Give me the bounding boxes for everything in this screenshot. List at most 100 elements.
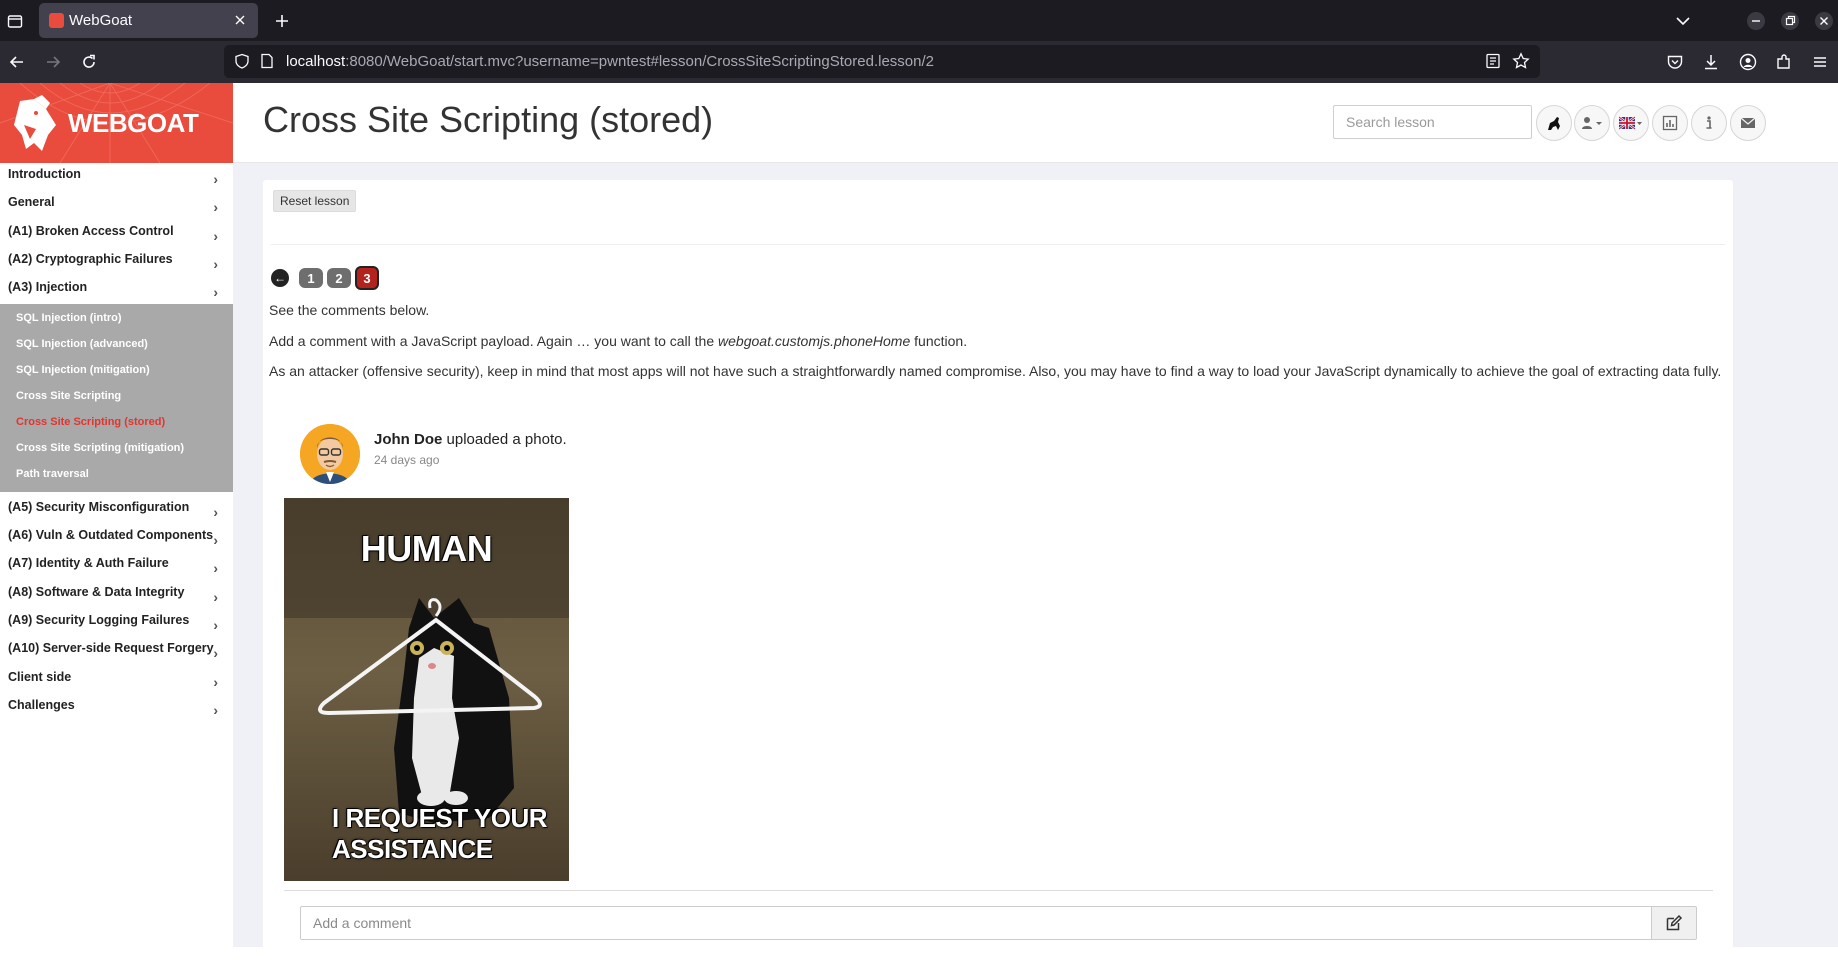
instruction-text-2-b: function. xyxy=(910,333,968,349)
menu-hamburger-icon[interactable] xyxy=(1808,50,1832,74)
pocket-icon[interactable] xyxy=(1663,50,1687,74)
chevron-right-icon: › xyxy=(213,284,218,301)
page-info-icon[interactable] xyxy=(260,53,274,74)
reader-view-icon[interactable] xyxy=(1484,52,1502,75)
envelope-icon[interactable] xyxy=(1730,105,1766,141)
close-window-icon[interactable] xyxy=(1812,9,1836,33)
sidebar-category-a3[interactable]: (A3) Injection › xyxy=(0,276,233,304)
edit-pencil-icon xyxy=(1666,914,1683,931)
sidebar-category-a8[interactable]: (A8) Software & Data Integrity › xyxy=(0,581,233,609)
post-author-name[interactable]: John Doe xyxy=(374,431,442,448)
report-card-icon[interactable] xyxy=(1652,105,1688,141)
chevron-right-icon: › xyxy=(213,255,218,272)
sidebar-lesson-sql-mitigation[interactable]: SQL Injection (mitigation) xyxy=(0,360,233,386)
sidebar-lesson-path-traversal[interactable]: Path traversal xyxy=(0,464,233,490)
meme-bottom-line-2: ASSISTANCE xyxy=(332,834,493,864)
account-icon[interactable] xyxy=(1736,50,1760,74)
sidebar-category-label: (A7) Identity & Auth Failure xyxy=(8,556,169,571)
downloads-icon[interactable] xyxy=(1699,50,1723,74)
chevron-right-icon: › xyxy=(213,227,218,244)
page-button-2[interactable]: 2 xyxy=(327,268,351,288)
sidebar-lesson-sql-advanced[interactable]: SQL Injection (advanced) xyxy=(0,334,233,360)
language-flag-icon[interactable] xyxy=(1613,105,1649,141)
sidebar-lesson-xss[interactable]: Cross Site Scripting xyxy=(0,386,233,412)
browser-tab-bar: WebGoat xyxy=(0,0,1838,41)
sidebar-category-a5[interactable]: (A5) Security Misconfiguration › xyxy=(0,496,233,524)
browser-nav-bar: localhost:8080/WebGoat/start.mvc?usernam… xyxy=(0,41,1838,83)
sidebar-category-a9[interactable]: (A9) Security Logging Failures › xyxy=(0,609,233,637)
sidebar-category-label: (A1) Broken Access Control xyxy=(8,223,174,238)
sidebar-lesson-xss-stored[interactable]: Cross Site Scripting (stored) xyxy=(0,412,233,438)
comment-divider xyxy=(284,890,1713,891)
sidebar-category-label: Challenges xyxy=(8,697,75,712)
sidebar-category-challenges[interactable]: Challenges › xyxy=(0,694,233,722)
browser-tab-webgoat[interactable]: WebGoat xyxy=(39,3,258,38)
chevron-right-icon: › xyxy=(213,588,218,605)
new-tab-icon[interactable] xyxy=(270,9,294,33)
restore-icon[interactable] xyxy=(1778,9,1802,33)
chevron-right-icon: › xyxy=(213,560,218,577)
minimize-icon[interactable] xyxy=(1744,9,1768,33)
list-all-tabs-icon[interactable] xyxy=(1671,9,1695,33)
info-icon[interactable] xyxy=(1691,105,1727,141)
content-divider xyxy=(271,244,1725,245)
sidebar-category-general[interactable]: General › xyxy=(0,191,233,219)
sidebar-category-label: (A2) Cryptographic Failures xyxy=(8,251,173,266)
avatar xyxy=(300,424,360,484)
logo-text: WEBGOAT xyxy=(68,108,199,138)
tab-title: WebGoat xyxy=(69,12,133,29)
sidebar-category-label: (A6) Vuln & Outdated Components xyxy=(8,528,214,543)
sidebar-lesson-sql-intro[interactable]: SQL Injection (intro) xyxy=(0,308,233,334)
injection-lesson-list: SQL Injection (intro) SQL Injection (adv… xyxy=(0,304,233,492)
reset-lesson-button[interactable]: Reset lesson xyxy=(273,190,357,212)
back-arrow-icon[interactable] xyxy=(5,50,29,74)
url-text[interactable]: localhost:8080/WebGoat/start.mvc?usernam… xyxy=(286,53,934,70)
chevron-right-icon: › xyxy=(213,673,218,690)
comment-input[interactable] xyxy=(300,906,1652,940)
webgoat-logo[interactable]: WEBGOAT xyxy=(0,83,233,163)
goat-icon[interactable] xyxy=(1536,105,1572,141)
sidebar-category-client-side[interactable]: Client side › xyxy=(0,666,233,694)
sidebar-category-a7[interactable]: (A7) Identity & Auth Failure › xyxy=(0,552,233,580)
sidebar-category-a10[interactable]: (A10) Server-side Request Forgery › xyxy=(0,637,233,665)
forward-arrow-icon[interactable] xyxy=(41,50,65,74)
lesson-content: Reset lesson ← 1 2 3 See the comments be… xyxy=(263,180,1733,960)
instruction-text-2: Add a comment with a JavaScript payload.… xyxy=(269,333,967,349)
phonehome-function-name: webgoat.customjs.phoneHome xyxy=(718,333,911,349)
reload-icon[interactable] xyxy=(77,50,101,74)
meme-top-text: HUMAN xyxy=(360,528,493,569)
instruction-text-2-a: Add a comment with a JavaScript payload.… xyxy=(269,333,719,349)
bookmark-star-icon[interactable] xyxy=(1512,52,1530,75)
close-tab-icon[interactable] xyxy=(231,11,249,29)
chevron-right-icon: › xyxy=(213,532,218,549)
sidebar-category-label: (A8) Software & Data Integrity xyxy=(8,584,185,599)
tab-list-icon[interactable] xyxy=(4,10,26,32)
sidebar-lesson-xss-mitigation[interactable]: Cross Site Scripting (mitigation) xyxy=(0,438,233,464)
sidebar-category-a1[interactable]: (A1) Broken Access Control › xyxy=(0,220,233,248)
page-title: Cross Site Scripting (stored) xyxy=(263,99,714,140)
shield-icon[interactable] xyxy=(234,53,250,74)
user-dropdown-icon[interactable] xyxy=(1574,105,1610,141)
address-bar[interactable]: localhost:8080/WebGoat/start.mvc?usernam… xyxy=(224,45,1540,78)
submit-comment-button[interactable] xyxy=(1651,906,1697,940)
extensions-icon[interactable] xyxy=(1772,50,1796,74)
chevron-right-icon: › xyxy=(213,616,218,633)
webgoat-favicon-icon xyxy=(49,13,64,28)
sidebar-category-a2[interactable]: (A2) Cryptographic Failures › xyxy=(0,248,233,276)
previous-page-arrow-icon[interactable]: ← xyxy=(271,269,289,287)
webgoat-page: WEBGOAT Cross Site Scripting (stored) In… xyxy=(0,83,1838,960)
sidebar-category-introduction[interactable]: Introduction › xyxy=(0,163,233,191)
post-photo: HUMAN I REQUEST YOUR ASSISTANCE xyxy=(284,498,569,881)
page-button-1[interactable]: 1 xyxy=(299,268,323,288)
sidebar-category-label: (A3) Injection xyxy=(8,280,88,295)
sidebar-category-label: (A10) Server-side Request Forgery xyxy=(8,641,214,656)
page-button-3[interactable]: 3 xyxy=(355,266,379,290)
meme-bottom-text: I REQUEST YOUR ASSISTANCE xyxy=(284,803,569,865)
sidebar-category-label: Introduction xyxy=(8,167,81,181)
lesson-sidebar: Introduction › General › (A1) Broken Acces… xyxy=(0,163,233,947)
search-lesson-input[interactable] xyxy=(1333,105,1532,139)
post-author-line: John Doe uploaded a photo. xyxy=(374,431,567,448)
chevron-right-icon: › xyxy=(213,171,218,187)
meme-bottom-line-1: I REQUEST YOUR xyxy=(332,803,548,833)
sidebar-category-a6[interactable]: (A6) Vuln & Outdated Components › xyxy=(0,524,233,552)
